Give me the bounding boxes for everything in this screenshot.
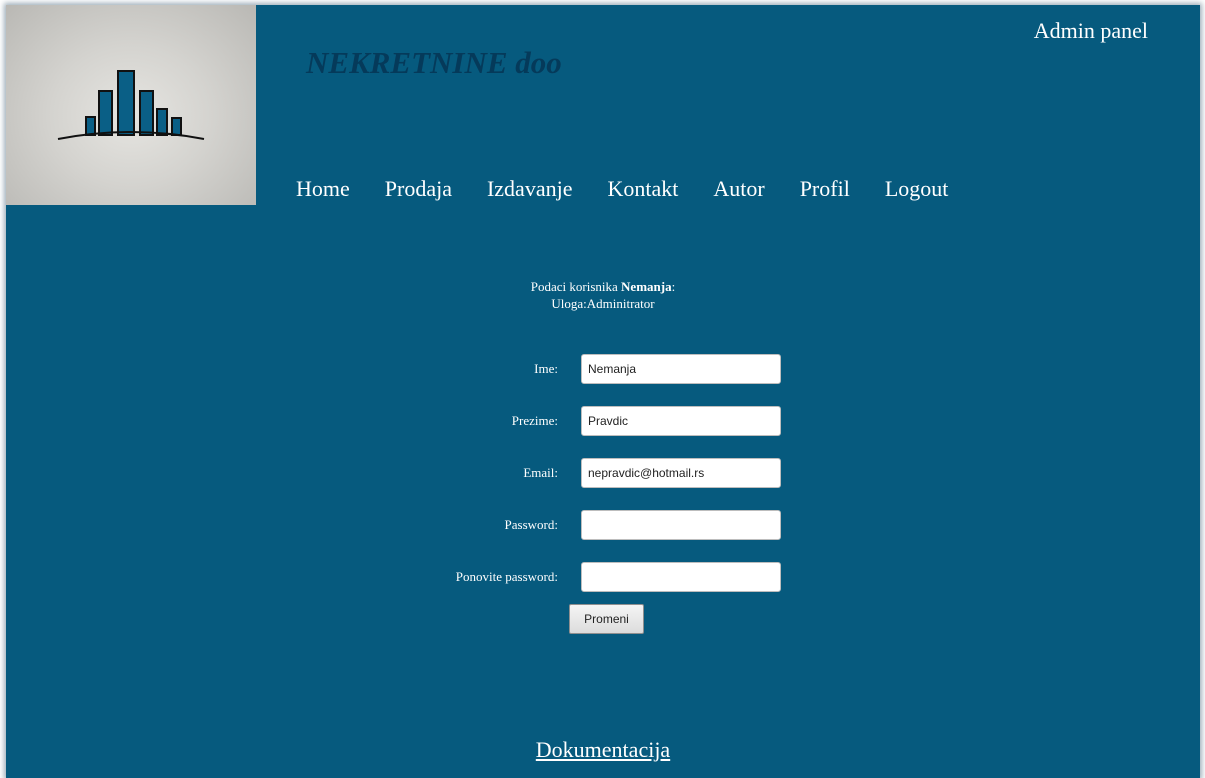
prezime-label: Prezime: <box>511 413 558 428</box>
nav-item-home[interactable]: Home <box>296 176 350 202</box>
form-row-ime: Ime: <box>6 354 1200 384</box>
password-input[interactable] <box>581 510 781 540</box>
ime-label: Ime: <box>534 361 558 376</box>
prezime-input[interactable] <box>581 406 781 436</box>
user-info-prefix: Podaci korisnika <box>530 279 622 294</box>
nav-item-izdavanje[interactable]: Izdavanje <box>487 176 573 202</box>
footer: Dokumentacija <box>6 737 1200 763</box>
promeni-button[interactable]: Promeni <box>569 604 644 634</box>
page: NEKRETNINE doo Admin panel Home Prodaja Iz… <box>0 0 1205 778</box>
password-label: Password: <box>504 517 558 532</box>
confirm-password-input[interactable] <box>581 562 781 592</box>
form-row-email: Email: <box>6 458 1200 488</box>
main-frame: NEKRETNINE doo Admin panel Home Prodaja Iz… <box>6 5 1200 778</box>
nav-item-autor[interactable]: Autor <box>713 176 764 202</box>
nav-item-profil[interactable]: Profil <box>800 176 850 202</box>
username: Nemanja <box>621 279 672 294</box>
nav-item-kontakt[interactable]: Kontakt <box>607 176 678 202</box>
logo-box <box>6 5 256 205</box>
form-row-confirm-password: Ponovite password: <box>6 562 1200 592</box>
ime-input[interactable] <box>581 354 781 384</box>
nav-item-prodaja[interactable]: Prodaja <box>385 176 452 202</box>
user-info: Podaci korisnika Nemanja: Uloga:Adminitr… <box>6 278 1200 312</box>
documentation-link[interactable]: Dokumentacija <box>536 737 670 762</box>
buildings-logo-icon <box>57 70 205 140</box>
user-info-suffix: : <box>671 279 676 294</box>
user-info-line: Podaci korisnika Nemanja: <box>6 278 1200 295</box>
form-row-password: Password: <box>6 510 1200 540</box>
confirm-password-label: Ponovite password: <box>455 569 558 584</box>
main-nav: Home Prodaja Izdavanje Kontakt Autor Profil Lo… <box>296 176 983 208</box>
form-row-prezime: Prezime: <box>6 406 1200 436</box>
admin-panel-label: Admin panel <box>1033 18 1148 43</box>
user-role: Uloga:Adminitrator <box>551 296 655 311</box>
company-name: NEKRETNINE doo <box>306 45 562 80</box>
nav-item-logout[interactable]: Logout <box>885 176 949 202</box>
email-label: Email: <box>523 465 558 480</box>
email-input[interactable] <box>581 458 781 488</box>
